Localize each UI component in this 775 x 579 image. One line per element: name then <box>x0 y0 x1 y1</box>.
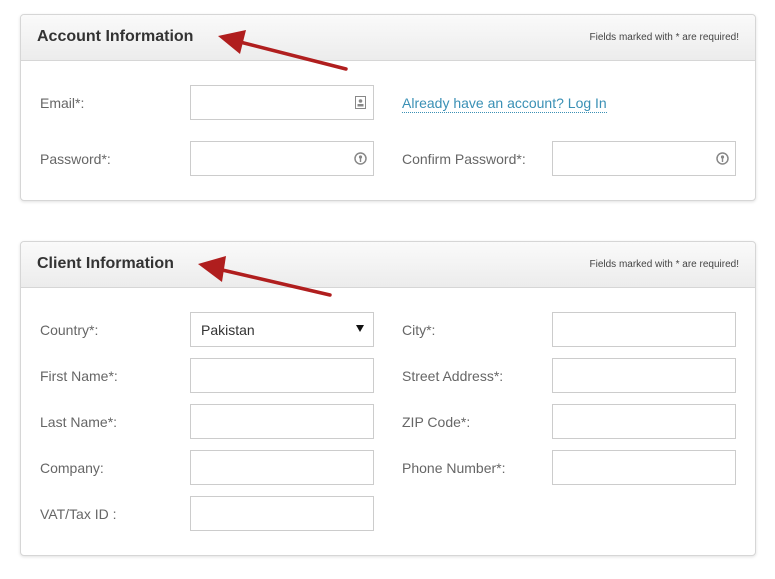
password-label: Password*: <box>40 151 111 167</box>
required-fields-note: Fields marked with * are required! <box>589 32 739 43</box>
confirm-password-label: Confirm Password*: <box>402 151 526 167</box>
zip-code-input[interactable] <box>553 405 735 438</box>
account-information-panel: Account Information Fields marked with *… <box>20 14 756 201</box>
last-name-label: Last Name*: <box>40 414 118 430</box>
company-field[interactable] <box>190 450 374 485</box>
city-label: City*: <box>402 322 436 338</box>
first-name-field[interactable] <box>190 358 374 393</box>
vat-tax-id-field[interactable] <box>190 496 374 531</box>
company-label: Company: <box>40 460 104 476</box>
last-name-input[interactable] <box>191 405 373 438</box>
client-panel-header: Client Information Fields marked with * … <box>21 242 755 288</box>
password-field[interactable] <box>190 141 374 176</box>
street-address-input[interactable] <box>553 359 735 392</box>
street-address-label: Street Address*: <box>402 368 504 384</box>
phone-number-input[interactable] <box>553 451 735 484</box>
required-fields-note: Fields marked with * are required! <box>589 259 739 270</box>
zip-code-label: ZIP Code*: <box>402 414 471 430</box>
phone-number-field[interactable] <box>552 450 736 485</box>
account-panel-header: Account Information Fields marked with *… <box>21 15 755 61</box>
vat-tax-id-label: VAT/Tax ID : <box>40 506 117 522</box>
city-input[interactable] <box>553 313 735 346</box>
password-key-icon <box>716 152 729 165</box>
confirm-password-field[interactable] <box>552 141 736 176</box>
email-field[interactable] <box>190 85 374 120</box>
contact-card-icon <box>354 96 367 109</box>
client-panel-title: Client Information <box>37 255 174 272</box>
account-panel-title: Account Information <box>37 28 194 45</box>
company-input[interactable] <box>191 451 373 484</box>
zip-code-field[interactable] <box>552 404 736 439</box>
confirm-password-input[interactable] <box>553 142 735 175</box>
street-address-field[interactable] <box>552 358 736 393</box>
email-label: Email*: <box>40 95 85 111</box>
city-field[interactable] <box>552 312 736 347</box>
first-name-label: First Name*: <box>40 368 118 384</box>
chevron-down-icon <box>356 325 364 332</box>
password-key-icon <box>354 152 367 165</box>
password-input[interactable] <box>191 142 373 175</box>
last-name-field[interactable] <box>190 404 374 439</box>
vat-tax-id-input[interactable] <box>191 497 373 530</box>
phone-number-label: Phone Number*: <box>402 460 506 476</box>
first-name-input[interactable] <box>191 359 373 392</box>
country-select[interactable]: Pakistan <box>190 312 374 347</box>
country-selected-value: Pakistan <box>201 322 255 338</box>
client-information-panel: Client Information Fields marked with * … <box>20 241 756 556</box>
country-label: Country*: <box>40 322 99 338</box>
login-link[interactable]: Already have an account? Log In <box>402 95 607 113</box>
email-input[interactable] <box>191 86 373 119</box>
